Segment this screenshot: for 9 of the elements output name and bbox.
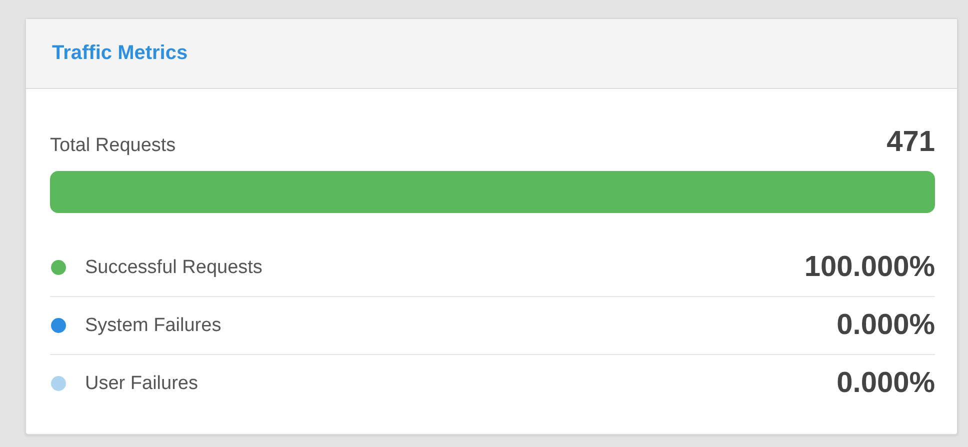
metric-label: Successful Requests [85, 256, 264, 278]
metric-label: System Failures [85, 314, 222, 336]
metric-value: 100.000% [804, 251, 935, 284]
total-value: 471 [886, 126, 935, 159]
metric-label: User Failures [85, 372, 199, 394]
metric-value: 0.000% [836, 309, 935, 342]
panel-title: Traffic Metrics [52, 42, 188, 65]
metric-value: 0.000% [836, 367, 935, 400]
total-label: Total Requests [50, 135, 176, 158]
